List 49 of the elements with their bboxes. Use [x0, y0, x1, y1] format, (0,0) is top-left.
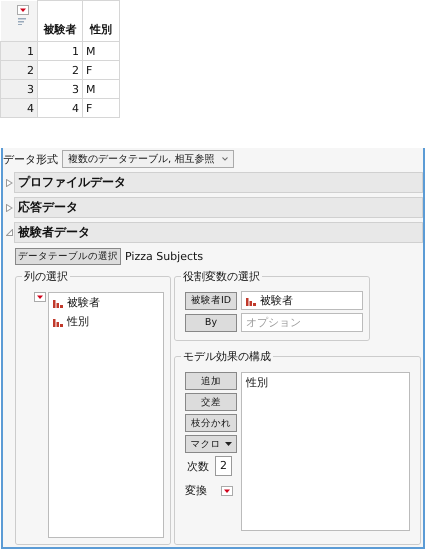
triangle-menu-icon[interactable]	[221, 486, 233, 496]
section-header[interactable]: プロファイルデータ	[14, 172, 423, 193]
field-label: データ形式	[3, 152, 58, 166]
field-label: 次数	[187, 458, 209, 474]
table-name: Pizza Subjects	[125, 250, 204, 263]
table-cell: M	[82, 80, 120, 98]
table-cell: 4	[38, 98, 82, 118]
section-header[interactable]: 被験者データ	[14, 222, 423, 243]
triangle-menu-icon[interactable]	[34, 292, 46, 302]
model-button[interactable]: 交差	[185, 393, 237, 411]
column-header[interactable]: 被験者	[38, 0, 82, 42]
role-button[interactable]: By	[185, 314, 237, 332]
model-button[interactable]: 追加	[185, 372, 237, 390]
column-list-item[interactable]: 性別	[53, 314, 159, 329]
field-label: 変換	[185, 483, 207, 498]
nominal-column-icon	[53, 298, 63, 308]
table-cell: M	[82, 42, 120, 60]
data-format-dropdown[interactable]: 複数のデータテーブル, 相互参照	[62, 150, 234, 168]
table-cell: 1	[38, 42, 82, 60]
group-title: モデル効果の構成	[182, 349, 272, 364]
row-number: 2	[0, 60, 38, 80]
table-cell: 2	[38, 60, 82, 80]
nominal-column-icon	[246, 296, 256, 306]
group-title: 役割変数の選択	[182, 269, 261, 284]
effect-item[interactable]: 性別	[246, 375, 405, 390]
degree-field[interactable]: 2	[215, 456, 232, 476]
model-button[interactable]: 枝分かれ	[185, 414, 237, 432]
triangle-menu-icon[interactable]	[16, 4, 28, 14]
column-list-item[interactable]: 被験者	[53, 295, 159, 310]
table-cell: 3	[38, 80, 82, 98]
column-header[interactable]: 性別	[82, 0, 120, 42]
chevron-down-icon	[222, 157, 228, 161]
row-number: 1	[0, 42, 38, 60]
group-title: 列の選択	[23, 269, 69, 284]
section-header[interactable]: 応答データ	[14, 197, 423, 218]
select-table-button[interactable]: データテーブルの選択	[15, 248, 121, 265]
expanded-triangle-icon[interactable]	[6, 229, 13, 236]
collapsed-triangle-icon[interactable]	[6, 178, 13, 186]
nominal-column-icon	[53, 316, 63, 326]
row-number: 4	[0, 98, 38, 118]
row-state-icon	[18, 18, 26, 24]
collapsed-triangle-icon[interactable]	[6, 204, 13, 212]
table-cell: F	[82, 98, 120, 118]
model-button[interactable]: マクロ	[185, 435, 237, 453]
role-field[interactable]: 被験者	[241, 291, 363, 310]
caret-down-icon	[224, 442, 232, 446]
row-number: 3	[0, 80, 38, 98]
table-cell: F	[82, 60, 120, 80]
role-button[interactable]: 被験者ID	[185, 292, 237, 310]
